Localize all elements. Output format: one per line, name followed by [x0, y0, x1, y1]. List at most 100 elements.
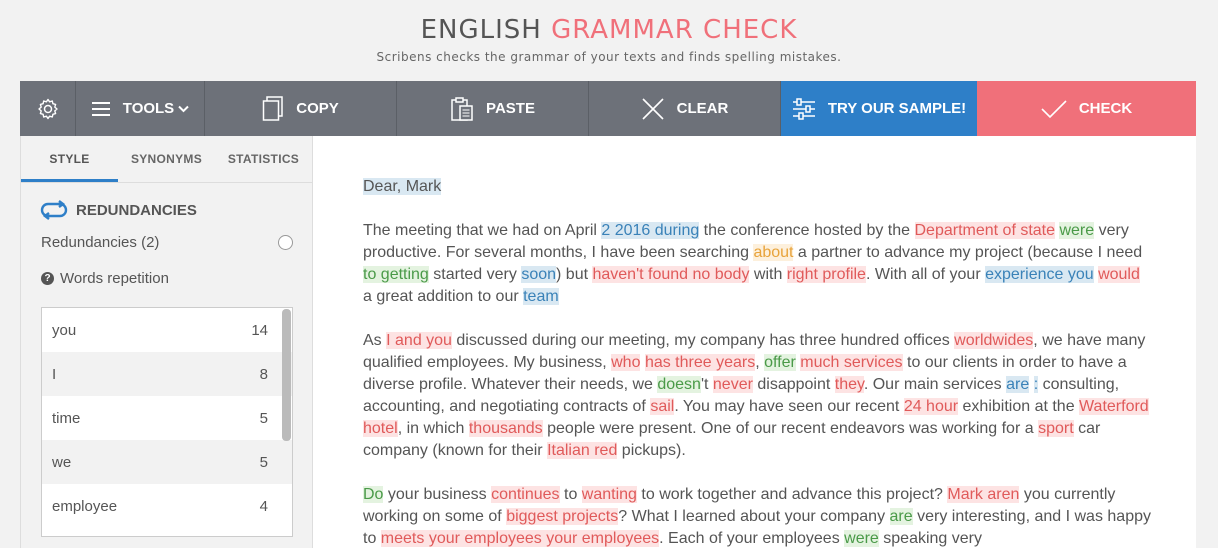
clear-label: CLEAR: [676, 100, 729, 117]
error-highlight[interactable]: Italian red: [547, 442, 618, 459]
page-header: ENGLISH GRAMMAR CHECK Scribens checks th…: [0, 0, 1218, 81]
text-span: , in which: [397, 420, 469, 437]
grammar-highlight[interactable]: were: [1059, 222, 1095, 239]
error-highlight[interactable]: sail: [650, 398, 675, 415]
tab-statistics[interactable]: STATISTICS: [215, 136, 312, 182]
question-icon[interactable]: ?: [41, 272, 54, 285]
gear-icon: [36, 97, 60, 121]
copy-button[interactable]: COPY: [205, 81, 397, 136]
redundancies-label: Redundancies (2): [41, 234, 160, 251]
warning-highlight[interactable]: about: [753, 244, 794, 261]
word-count: 8: [259, 365, 268, 383]
grammar-highlight[interactable]: Do: [363, 486, 384, 503]
page-subtitle: Scribens checks the grammar of your text…: [376, 50, 842, 64]
error-highlight[interactable]: much services: [800, 354, 903, 371]
style-suggestion[interactable]: 2 2016 during: [601, 222, 700, 239]
check-button[interactable]: CHECK: [977, 81, 1196, 136]
text-span: ) but: [556, 266, 593, 283]
error-highlight[interactable]: haven't found no body: [592, 266, 750, 283]
word-repetition-list: you 14 I8 time 5 we 5 employee 4: [41, 307, 293, 537]
redundancies-option[interactable]: Redundancies (2): [41, 234, 293, 251]
style-suggestion[interactable]: soon: [521, 266, 557, 283]
word-text: time: [52, 409, 81, 427]
word-count: 4: [259, 497, 268, 515]
text-span: ? What I learned about your company: [618, 508, 890, 525]
hamburger-icon: [91, 101, 111, 117]
check-label: CHECK: [1078, 100, 1133, 117]
copy-icon: [262, 95, 284, 122]
error-highlight[interactable]: Department of state: [914, 222, 1056, 239]
copy-label: COPY: [296, 100, 339, 117]
style-suggestion[interactable]: Dear, Mark: [363, 178, 442, 195]
paragraph-3: Do your business continues to wanting to…: [363, 484, 1153, 548]
toolbar: TOOLS COPY PASTE CLEAR TRY OUR SAMPLE! C…: [20, 81, 1196, 136]
text-span: people were present. One of our recent e…: [542, 420, 1039, 437]
error-highlight[interactable]: wanting: [581, 486, 637, 503]
error-highlight[interactable]: Mark aren: [947, 486, 1020, 503]
list-item[interactable]: I8: [42, 352, 292, 396]
error-highlight[interactable]: they: [834, 376, 864, 393]
error-highlight[interactable]: right profile: [786, 266, 866, 283]
word-text: you: [52, 321, 77, 339]
grammar-highlight[interactable]: doesn: [657, 376, 701, 393]
error-highlight[interactable]: would: [1098, 266, 1140, 283]
style-suggestion[interactable]: experience you: [985, 266, 1094, 283]
error-highlight[interactable]: Waterford: [1079, 398, 1149, 415]
error-highlight[interactable]: continues: [491, 486, 560, 503]
grammar-highlight[interactable]: to getting: [363, 266, 429, 283]
text-span: . You may have seen our recent: [674, 398, 904, 415]
text-span: . Each of your employees: [659, 530, 845, 547]
text-span: the conference hosted by the: [699, 222, 915, 239]
text-editor[interactable]: Dear, Mark The meeting that we had on Ap…: [313, 136, 1196, 548]
list-scrollbar[interactable]: [282, 309, 291, 441]
grammar-highlight[interactable]: are: [889, 508, 913, 525]
error-highlight[interactable]: 24 hour: [903, 398, 959, 415]
text-span: The meeting that we had on April: [363, 222, 602, 239]
error-highlight[interactable]: sport: [1038, 420, 1074, 437]
text-span: exhibition at the: [958, 398, 1080, 415]
paste-button[interactable]: PASTE: [397, 81, 589, 136]
settings-button[interactable]: [20, 81, 76, 136]
list-item[interactable]: employee 4: [42, 484, 292, 528]
redundancies-radio[interactable]: [278, 235, 293, 250]
style-suggestion[interactable]: are: [1006, 376, 1030, 393]
error-highlight[interactable]: has three years: [644, 354, 756, 371]
title-accent: GRAMMAR CHECK: [551, 15, 798, 45]
text-span: discussed during our meeting, my company…: [451, 332, 955, 349]
clear-button[interactable]: CLEAR: [589, 81, 781, 136]
text-span: your business: [383, 486, 492, 503]
x-icon: [641, 97, 665, 121]
list-item[interactable]: time 5: [42, 396, 292, 440]
error-highlight[interactable]: I and you: [386, 332, 452, 349]
paragraph-greeting: Dear, Mark: [363, 176, 1153, 198]
text-span: to work together and advance this projec…: [636, 486, 948, 503]
redundancies-heading: REDUNDANCIES: [40, 200, 197, 220]
error-highlight[interactable]: thousands: [468, 420, 543, 437]
sidebar-tabs: STYLE SYNONYMS STATISTICS: [21, 136, 312, 183]
text-span: As: [363, 332, 387, 349]
document-text[interactable]: Dear, Mark The meeting that we had on Ap…: [363, 176, 1153, 548]
list-item[interactable]: we 5: [42, 440, 292, 484]
error-highlight[interactable]: biggest projects: [506, 508, 619, 525]
grammar-highlight[interactable]: were: [844, 530, 879, 547]
style-suggestion[interactable]: team: [523, 288, 559, 305]
tab-synonyms[interactable]: SYNONYMS: [118, 136, 215, 182]
checkmark-icon: [1041, 99, 1067, 119]
words-repetition-header: ? Words repetition: [41, 270, 169, 287]
grammar-highlight[interactable]: offer: [764, 354, 796, 371]
word-count: 5: [259, 453, 268, 471]
tab-style[interactable]: STYLE: [21, 136, 118, 182]
error-highlight[interactable]: meets your employees your employees: [380, 530, 660, 547]
error-highlight[interactable]: who: [611, 354, 641, 371]
list-item[interactable]: you 14: [42, 308, 292, 352]
cycle-arrows-icon: [40, 200, 68, 220]
error-highlight[interactable]: worldwides: [954, 332, 1034, 349]
error-highlight[interactable]: hotel: [363, 420, 398, 437]
words-repetition-label: Words repetition: [60, 270, 169, 287]
error-highlight[interactable]: never: [712, 376, 753, 393]
tools-menu-button[interactable]: TOOLS: [76, 81, 205, 136]
clipboard-icon: [450, 96, 474, 122]
try-sample-button[interactable]: TRY OUR SAMPLE!: [781, 81, 977, 136]
word-text: we: [52, 453, 72, 471]
word-text: I: [52, 365, 57, 383]
